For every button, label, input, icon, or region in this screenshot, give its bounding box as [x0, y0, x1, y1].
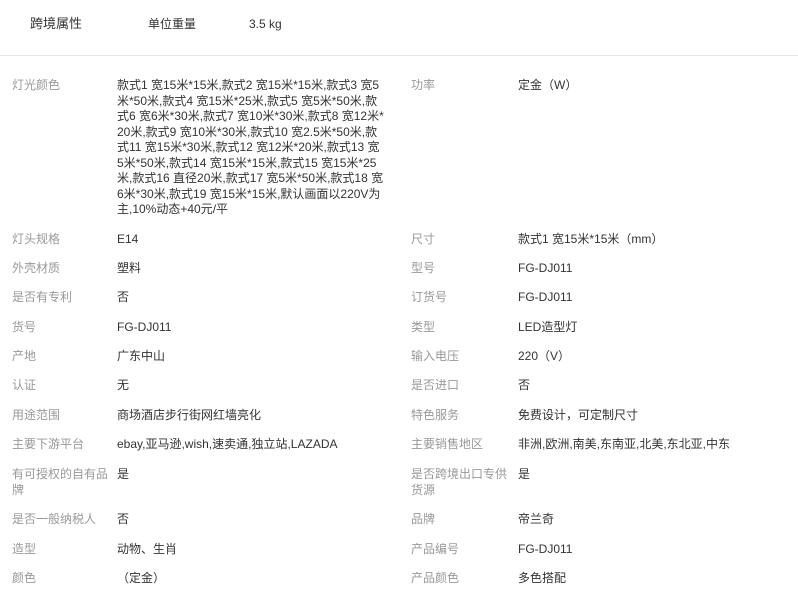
attribute-value: 款式1 宽15米*15米,款式2 宽15米*15米,款式3 宽5米*50米,款式… [117, 78, 384, 216]
cross-border-title: 跨境属性 [30, 16, 83, 31]
unit-weight-label: 单位重量 [148, 17, 197, 31]
attribute-key: 灯光颜色 [12, 78, 61, 92]
attribute-key: 颜色 [12, 571, 37, 585]
attribute-value: 款式1 宽15米*15米（mm） [518, 232, 664, 246]
attribute-key: 产品编号 [411, 542, 460, 556]
attribute-value: 220（V） [518, 349, 571, 363]
attribute-key: 产品颜色 [411, 571, 460, 585]
attribute-value: 否 [117, 512, 130, 526]
attribute-key: 有可授权的自有品牌 [12, 467, 109, 497]
attribute-value: FG-DJ011 [117, 320, 172, 334]
attribute-value: 动物、生肖 [117, 542, 178, 556]
attribute-value: 是 [117, 467, 130, 481]
attribute-value: FG-DJ011 [518, 261, 573, 275]
attribute-key: 订货号 [411, 290, 448, 304]
attribute-value: 帝兰奇 [518, 512, 555, 526]
attribute-value: 无 [117, 378, 130, 392]
attribute-key: 是否有专利 [12, 290, 73, 304]
attribute-key: 货号 [12, 320, 37, 334]
attribute-key: 主要销售地区 [411, 437, 484, 451]
attribute-value: 非洲,欧洲,南美,东南亚,北美,东北亚,中东 [518, 437, 731, 451]
attribute-value: 否 [518, 378, 531, 392]
attribute-key: 外壳材质 [12, 261, 61, 275]
attribute-value: 塑料 [117, 261, 142, 275]
attribute-key: 品牌 [411, 512, 436, 526]
attribute-value: 定金（W） [518, 78, 578, 92]
attribute-key: 用途范围 [12, 408, 61, 422]
attribute-key: 输入电压 [411, 349, 460, 363]
attribute-value: （定金） [117, 571, 166, 585]
attribute-key: 是否一般纳税人 [12, 512, 97, 526]
cross-border-section: 跨境属性 单位重量 3.5 kg [0, 0, 798, 56]
attribute-key: 功率 [411, 78, 436, 92]
attribute-value: 广东中山 [117, 349, 166, 363]
attribute-key: 认证 [12, 378, 37, 392]
attribute-key: 型号 [411, 261, 436, 275]
attribute-value: 否 [117, 290, 130, 304]
attribute-value: ebay,亚马逊,wish,速卖通,独立站,LAZADA [117, 437, 338, 451]
attribute-key: 灯头规格 [12, 232, 61, 246]
attribute-key: 类型 [411, 320, 436, 334]
attribute-value: 商场酒店步行街网红墙亮化 [117, 408, 262, 422]
attribute-key: 是否进口 [411, 378, 460, 392]
attribute-value: 多色搭配 [518, 571, 567, 585]
attribute-value: FG-DJ011 [518, 542, 573, 556]
attribute-value: 免费设计，可定制尺寸 [518, 408, 639, 422]
attribute-key: 尺寸 [411, 232, 436, 246]
attribute-key: 产地 [12, 349, 37, 363]
attribute-key: 造型 [12, 542, 37, 556]
attribute-value: FG-DJ011 [518, 290, 573, 304]
attribute-key: 特色服务 [411, 408, 460, 422]
attribute-value: E14 [117, 232, 139, 246]
attribute-key: 主要下游平台 [12, 437, 85, 451]
attribute-value: 是 [518, 467, 531, 481]
unit-weight-value: 3.5 kg [249, 17, 282, 31]
attribute-value: LED造型灯 [518, 320, 578, 334]
attribute-key: 是否跨境出口专供货源 [411, 467, 508, 497]
